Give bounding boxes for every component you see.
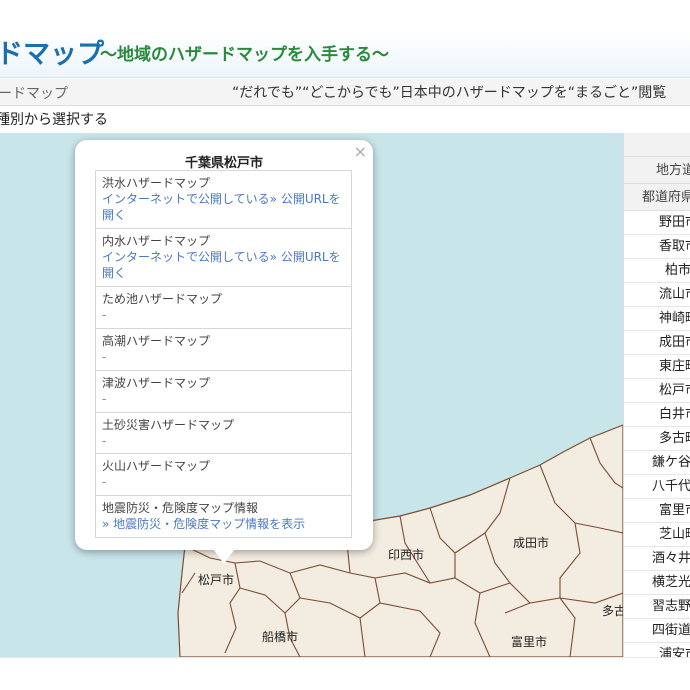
table-row[interactable]: 芝山町 — [624, 523, 690, 547]
hazard-name: 地震防災・危険度マップ情報 — [102, 501, 259, 515]
site-header: ドマップ ～地域のハザードマップを入手する～ — [0, 30, 690, 78]
table-row[interactable]: 白井市 — [624, 403, 690, 427]
hazard-value: - — [102, 392, 107, 406]
hazard-item-tsunami: 津波ハザードマップ - — [96, 371, 351, 413]
info-popup: × 千葉県松戸市 洪水ハザードマップ インターネットで公開している» 公開URL… — [75, 140, 373, 564]
site-subtitle: ～地域のハザードマップを入手する～ — [100, 45, 389, 65]
hazard-name: 高潮ハザードマップ — [102, 334, 211, 348]
top-strip — [0, 0, 690, 30]
map-label-funabashi[interactable]: 船橋市 — [262, 628, 298, 645]
table-row[interactable]: 八千代市 — [624, 475, 690, 499]
hazard-name: ため池ハザードマップ — [102, 292, 223, 306]
hazard-name: 土砂災害ハザードマップ — [102, 418, 235, 432]
earthquake-info-link[interactable]: » 地震防災・危険度マップ情報を表示 — [102, 517, 305, 531]
table-row[interactable]: 多古町 — [624, 427, 690, 451]
bottom-strip — [0, 657, 690, 690]
hazard-item-volcano: 火山ハザードマップ - — [96, 454, 351, 496]
table-row[interactable]: 東庄町 — [624, 355, 690, 379]
map-label-tomisato[interactable]: 富里市 — [511, 633, 547, 650]
table-row[interactable]: 松戸市 — [624, 379, 690, 403]
table-row[interactable]: 浦安市 — [624, 643, 690, 657]
municipality-table: 地方道 都道府県 野田市 香取市 柏市 流山市 神崎町 成田市 東庄町 松戸市 … — [623, 133, 690, 657]
map-label-matsudo[interactable]: 松戸市 — [198, 571, 234, 588]
table-row[interactable]: 横芝光町 — [624, 571, 690, 595]
table-row[interactable]: 神崎町 — [624, 307, 690, 331]
select-by-type-link[interactable]: 種別から選択する — [0, 109, 108, 129]
subheader-bar: ードマップ “だれでも”“どこからでも”日本中のハザードマップを“まるごと”閲覧 — [0, 79, 690, 106]
table-row[interactable]: 四街道市 — [624, 619, 690, 643]
table-row[interactable]: 流山市 — [624, 283, 690, 307]
hazard-item-landslide: 土砂災害ハザードマップ - — [96, 413, 351, 454]
table-header-region[interactable]: 地方道 — [624, 157, 690, 184]
hazard-value: - — [102, 434, 107, 448]
table-row[interactable]: 富里市 — [624, 499, 690, 523]
map-label-inzai[interactable]: 印西市 — [388, 546, 424, 563]
table-row[interactable]: 柏市 — [624, 259, 690, 283]
popup-title: 千葉県松戸市 — [184, 156, 263, 171]
table-row[interactable]: 成田市 — [624, 331, 690, 355]
hazard-value: - — [102, 350, 107, 364]
hazard-name: 内水ハザードマップ — [102, 234, 211, 248]
table-row[interactable]: 香取市 — [624, 235, 690, 259]
published-link[interactable]: インターネットで公開している» — [102, 192, 277, 206]
hazard-value: - — [102, 308, 107, 322]
hazard-name: 火山ハザードマップ — [102, 459, 211, 473]
hazard-item-earthquake: 地震防災・危険度マップ情報 » 地震防災・危険度マップ情報を表示 — [96, 496, 351, 537]
table-row[interactable]: 野田市 — [624, 211, 690, 235]
hazard-value: - — [102, 475, 107, 489]
map-label-narita[interactable]: 成田市 — [513, 534, 549, 551]
breadcrumb[interactable]: ードマップ — [0, 83, 68, 103]
table-top-band — [624, 133, 690, 157]
hazard-name: 津波ハザードマップ — [102, 376, 211, 390]
site-title[interactable]: ドマップ — [0, 32, 104, 71]
popup-pointer — [214, 550, 234, 564]
hazard-item-flood: 洪水ハザードマップ インターネットで公開している» 公開URLを開く — [96, 171, 351, 229]
hazard-item-pond: ため池ハザードマップ - — [96, 287, 351, 329]
table-header-prefecture[interactable]: 都道府県 — [624, 184, 690, 211]
published-link[interactable]: インターネットで公開している» — [102, 250, 277, 264]
tagline: “だれでも”“どこからでも”日本中のハザードマップを“まるごと”閲覧 — [232, 85, 667, 101]
table-row[interactable]: 鎌ケ谷市 — [624, 451, 690, 475]
table-row[interactable]: 酒々井町 — [624, 547, 690, 571]
map-label-tako[interactable]: 多古 — [602, 602, 623, 619]
hazard-list: 洪水ハザードマップ インターネットで公開している» 公開URLを開く 内水ハザー… — [95, 170, 352, 538]
table-row[interactable]: 習志野市 — [624, 595, 690, 619]
hazard-item-storm-surge: 高潮ハザードマップ - — [96, 329, 351, 371]
hazard-name: 洪水ハザードマップ — [102, 176, 211, 190]
hazard-item-inland-flood: 内水ハザードマップ インターネットで公開している» 公開URLを開く — [96, 229, 351, 287]
